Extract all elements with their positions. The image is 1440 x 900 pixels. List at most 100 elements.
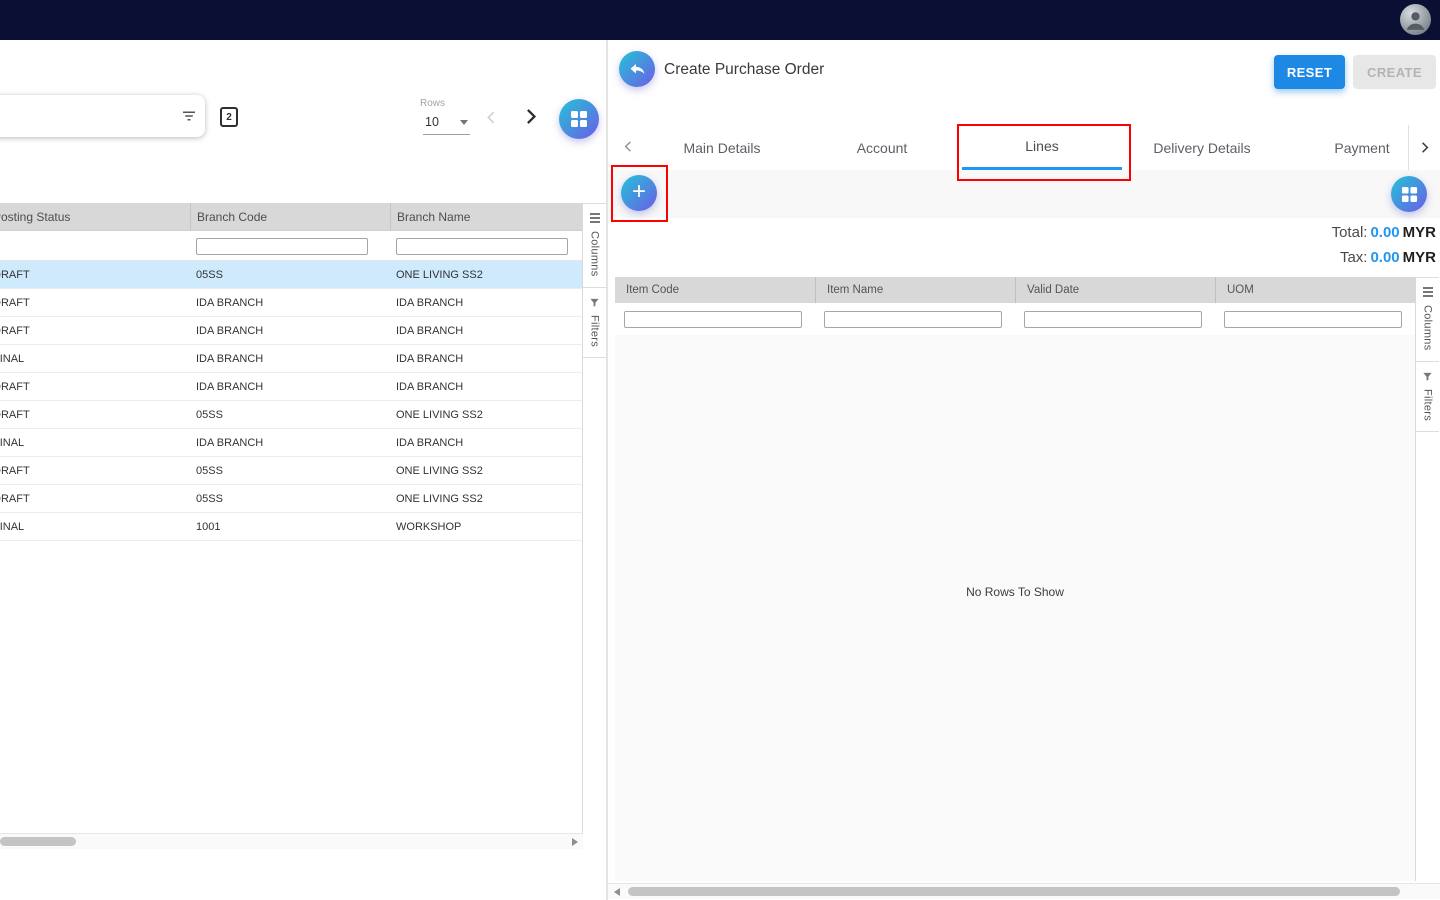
column-header-label: Valid Date xyxy=(1027,284,1079,296)
branch-code: 05SS xyxy=(190,493,390,505)
filter-list-icon[interactable] xyxy=(180,107,198,125)
filters-panel-label: Filters xyxy=(1422,389,1434,421)
posting-status: DRAFT xyxy=(0,409,30,421)
branch-code: IDA BRANCH xyxy=(190,353,390,365)
top-navbar xyxy=(0,0,1440,40)
grid-columns-button[interactable] xyxy=(1391,176,1427,212)
filter-cell xyxy=(1015,310,1215,329)
branch-name: IDA BRANCH xyxy=(390,381,583,393)
tax-value: 0.00 xyxy=(1370,249,1399,266)
grid-view-button[interactable] xyxy=(559,99,599,139)
tab-lines[interactable]: Lines xyxy=(962,125,1122,170)
column-header-valid-date[interactable]: Valid Date xyxy=(1015,277,1215,303)
lines-toolbar: + xyxy=(608,170,1440,218)
branch-code-filter-input[interactable] xyxy=(196,238,368,255)
filter-cell xyxy=(815,310,1015,329)
right-side-panel-buttons: Columns Filters xyxy=(1415,277,1439,881)
branch-row[interactable]: FINAL1001WORKSHOP xyxy=(0,513,583,541)
create-purchase-order-panel: Create Purchase Order RESET CREATE Main … xyxy=(608,40,1440,900)
po-grid-filter-row xyxy=(615,303,1415,335)
tab-delivery-details[interactable]: Delivery Details xyxy=(1122,125,1282,170)
scrollbar-thumb[interactable] xyxy=(628,887,1400,896)
column-filter-input[interactable] xyxy=(824,311,1002,328)
search-input[interactable] xyxy=(0,95,205,137)
branch-row[interactable]: DRAFT05SSONE LIVING SS2 xyxy=(0,401,583,429)
posting-status: DRAFT xyxy=(0,325,30,337)
column-header-label: UOM xyxy=(1227,284,1254,296)
page-title: Create Purchase Order xyxy=(664,61,824,79)
rows-per-page-select[interactable]: 10 xyxy=(423,113,470,135)
columns-icon xyxy=(590,213,600,224)
branch-row[interactable]: FINALIDA BRANCHIDA BRANCH xyxy=(0,429,583,457)
branch-row[interactable]: DRAFT05SSONE LIVING SS2 xyxy=(0,457,583,485)
tax-label: Tax: xyxy=(1340,249,1368,266)
person-icon xyxy=(1403,7,1428,32)
branch-name: ONE LIVING SS2 xyxy=(390,269,583,281)
po-tabs: Main DetailsAccountLinesDelivery Details… xyxy=(642,125,1408,170)
tabs-scroll-right[interactable] xyxy=(1408,125,1440,170)
columns-panel-label: Columns xyxy=(1422,305,1434,351)
duplicate-count: 2 xyxy=(226,112,232,123)
next-page-button[interactable] xyxy=(520,106,541,130)
tax-currency: MYR xyxy=(1403,249,1436,266)
column-header-item-code[interactable]: Item Code xyxy=(615,277,815,303)
purchase-order-list-panel: 2 Rows 10 Posting Status Branch Cod xyxy=(0,40,606,900)
branch-name: IDA BRANCH xyxy=(390,353,583,365)
branch-code: IDA BRANCH xyxy=(190,297,390,309)
rows-per-page-value: 10 xyxy=(425,115,439,129)
tab-payment[interactable]: Payment xyxy=(1282,125,1408,170)
filters-panel-label: Filters xyxy=(589,315,601,347)
left-side-panel-buttons: Columns Filters xyxy=(582,203,606,833)
filters-panel-button[interactable]: Filters xyxy=(1416,362,1439,432)
branch-row[interactable]: DRAFT05SSONE LIVING SS2 xyxy=(0,485,583,513)
scroll-right-arrow[interactable] xyxy=(572,838,578,846)
caret-down-icon xyxy=(460,120,468,125)
plus-icon: + xyxy=(632,180,646,204)
user-avatar[interactable] xyxy=(1400,4,1431,35)
column-filter-input[interactable] xyxy=(1024,311,1202,328)
branch-row[interactable]: DRAFT05SSONE LIVING SS2 xyxy=(0,261,583,289)
empty-grid-message: No Rows To Show xyxy=(615,585,1415,599)
branch-name: ONE LIVING SS2 xyxy=(390,409,583,421)
branch-code: 05SS xyxy=(190,465,390,477)
filter-icon xyxy=(1422,371,1433,382)
column-filter-input[interactable] xyxy=(624,311,802,328)
duplicate-icon[interactable]: 2 xyxy=(220,107,238,127)
branch-name: ONE LIVING SS2 xyxy=(390,493,583,505)
column-header-label: Branch Name xyxy=(397,210,470,224)
grid-icon xyxy=(1401,186,1418,203)
branch-name: IDA BRANCH xyxy=(390,325,583,337)
scroll-left-arrow[interactable] xyxy=(614,888,620,896)
branch-row[interactable]: FINALIDA BRANCHIDA BRANCH xyxy=(0,345,583,373)
column-header-label: Item Code xyxy=(626,284,679,296)
branch-row[interactable]: DRAFTIDA BRANCHIDA BRANCH xyxy=(0,317,583,345)
back-button[interactable] xyxy=(619,51,655,87)
column-filter-input[interactable] xyxy=(1224,311,1402,328)
column-header-branch-name[interactable]: Branch Name xyxy=(390,203,583,230)
branch-row[interactable]: DRAFTIDA BRANCHIDA BRANCH xyxy=(0,373,583,401)
po-grid-header: Item Code Item Name Valid Date UOM xyxy=(615,277,1415,303)
column-header-branch-code[interactable]: Branch Code xyxy=(190,203,390,230)
create-button[interactable]: CREATE xyxy=(1353,55,1436,89)
columns-panel-button[interactable]: Columns xyxy=(583,203,606,288)
app-window: 2 Rows 10 Posting Status Branch Cod xyxy=(0,0,1440,900)
branch-row[interactable]: DRAFTIDA BRANCHIDA BRANCH xyxy=(0,289,583,317)
tab-main-details[interactable]: Main Details xyxy=(642,125,802,170)
tab-account[interactable]: Account xyxy=(802,125,962,170)
filters-panel-button[interactable]: Filters xyxy=(583,288,606,358)
reset-button[interactable]: RESET xyxy=(1274,55,1345,89)
column-header-posting-status[interactable]: Posting Status xyxy=(0,203,190,230)
horizontal-scrollbar xyxy=(608,883,1440,899)
column-header-item-name[interactable]: Item Name xyxy=(815,277,1015,303)
scrollbar-thumb[interactable] xyxy=(0,837,76,846)
column-header-uom[interactable]: UOM xyxy=(1215,277,1415,303)
branch-name: WORKSHOP xyxy=(390,521,583,533)
previous-page-button[interactable] xyxy=(483,109,500,129)
column-header-label: Branch Code xyxy=(197,210,267,224)
branch-code: 05SS xyxy=(190,269,390,281)
columns-panel-button[interactable]: Columns xyxy=(1416,277,1439,362)
add-line-button[interactable]: + xyxy=(621,175,657,211)
branch-name: IDA BRANCH xyxy=(390,437,583,449)
branch-name-filter-input[interactable] xyxy=(396,238,568,255)
tabs-scroll-left[interactable] xyxy=(621,139,636,159)
